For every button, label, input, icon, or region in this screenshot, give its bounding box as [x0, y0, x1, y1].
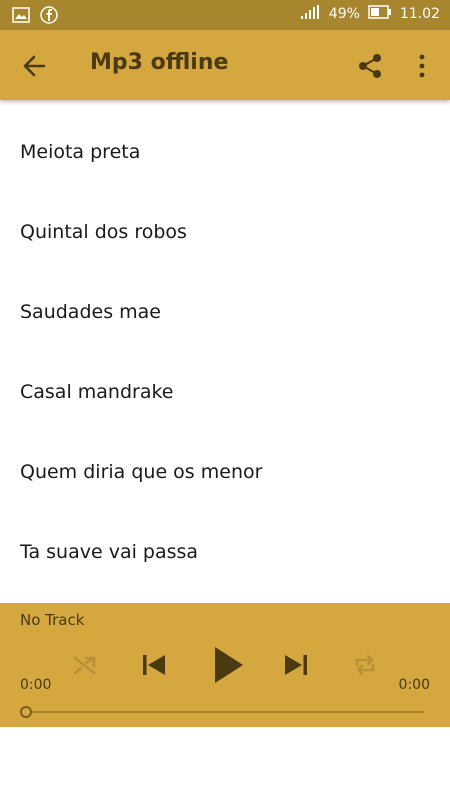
status-bar: 49% 11.02: [0, 0, 450, 30]
elapsed-time: 0:00: [20, 677, 52, 693]
track-list: Meiota preta Quintal dos robos Saudades …: [0, 112, 450, 592]
seek-bar[interactable]: [30, 711, 424, 713]
now-playing-title: No Track: [20, 611, 85, 629]
play-icon[interactable]: [212, 645, 246, 689]
list-item[interactable]: Quem diria que os menor: [0, 432, 450, 512]
next-icon[interactable]: [282, 651, 310, 683]
battery-percent: 49%: [328, 6, 360, 22]
list-item[interactable]: Quintal dos robos: [0, 192, 450, 272]
share-icon[interactable]: [356, 52, 384, 80]
more-vert-icon[interactable]: [414, 52, 430, 80]
bottom-area: [0, 727, 450, 800]
repeat-icon[interactable]: [352, 653, 378, 681]
back-arrow-icon[interactable]: [20, 52, 50, 80]
previous-icon[interactable]: [140, 651, 168, 683]
page-title: Mp3 offline: [90, 50, 229, 75]
list-item[interactable]: Casal mandrake: [0, 352, 450, 432]
duration-time: 0:00: [398, 677, 430, 693]
seek-thumb[interactable]: [20, 706, 32, 718]
clock: 11.02: [399, 6, 440, 22]
app-bar: Mp3 offline: [0, 30, 450, 100]
list-item[interactable]: Ta suave vai passa: [0, 512, 450, 592]
battery-icon: [368, 5, 392, 23]
signal-icon: [300, 5, 321, 23]
list-item[interactable]: Saudades mae: [0, 272, 450, 352]
player-panel: No Track 0:00 0:00: [0, 603, 450, 727]
list-item[interactable]: Meiota preta: [0, 112, 450, 192]
image-icon: [12, 7, 30, 27]
shuffle-icon[interactable]: [72, 653, 98, 681]
facebook-icon: [40, 6, 58, 28]
